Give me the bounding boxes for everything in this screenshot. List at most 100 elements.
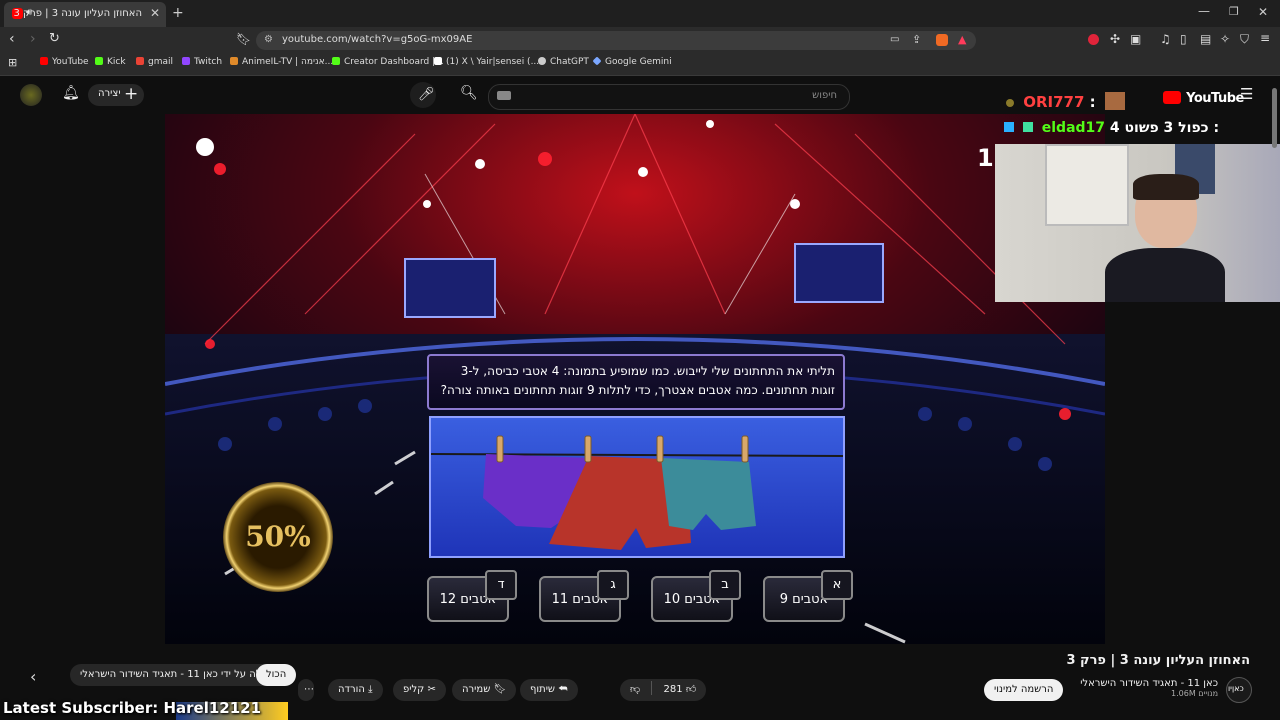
browser-menu-icon[interactable]: ≡ xyxy=(1260,31,1270,45)
forward-icon[interactable]: › xyxy=(30,31,36,47)
apps-grid-icon[interactable]: ⊞ xyxy=(8,56,17,69)
avatar[interactable] xyxy=(20,84,42,106)
video-player[interactable]: 1 50% תליתי את התחתונים שלי לייבוש. כמו … xyxy=(165,114,1105,644)
answer-d[interactable]: 12 אטבים ד xyxy=(427,570,517,622)
restore-icon[interactable]: ❐ xyxy=(1229,5,1239,18)
chat-badge-icon xyxy=(1022,122,1033,132)
chat-message-text: כפול 3 פשוט 4 : xyxy=(1109,120,1220,136)
webcam-overlay xyxy=(995,144,1280,302)
extension-puzzle-icon[interactable]: ✣ xyxy=(1110,32,1120,46)
tab-title: האחוזן העליון עונה 3 | פרק 3 xyxy=(13,8,142,19)
answer-c[interactable]: 11 אטבים ג xyxy=(539,570,629,622)
minimize-icon[interactable]: — xyxy=(1198,4,1210,18)
lifeline-50-50: 50% xyxy=(223,482,333,592)
like-icon[interactable]: 👍︎ xyxy=(686,684,696,695)
brave-shield-icon[interactable] xyxy=(936,34,948,46)
close-window-icon[interactable]: ✕ xyxy=(1258,5,1268,19)
new-tab-icon[interactable]: + xyxy=(172,5,184,21)
chip-label: הכול xyxy=(266,669,287,680)
bookmark-label: Kick xyxy=(107,57,126,67)
bookmark-gemini[interactable]: Google Gemini xyxy=(592,56,672,67)
youtube-logo[interactable]: YouTube xyxy=(1163,87,1244,106)
bookmark-x[interactable]: (1) X \ Yair|sensei (... xyxy=(434,57,539,67)
streamer xyxy=(1105,174,1225,302)
create-button[interactable]: יצירה + xyxy=(88,84,144,106)
chevron-left-icon[interactable]: ‹ xyxy=(30,667,36,686)
bookmark-youtube[interactable]: YouTube xyxy=(40,57,89,67)
clip-button[interactable]: קליפ ✂ xyxy=(393,679,446,701)
hamburger-menu-icon[interactable]: ☰ xyxy=(1240,85,1253,103)
bookmark-chatgpt[interactable]: ChatGPT xyxy=(538,57,589,67)
keyboard-icon[interactable] xyxy=(497,91,511,100)
back-icon[interactable]: ‹ xyxy=(9,31,15,47)
x-icon xyxy=(434,57,442,65)
channel-avatar[interactable]: כאןיו xyxy=(1226,677,1252,703)
chip-uploaded-by[interactable]: הועלה על ידי כאן 11 - תאגיד השידור הישרא… xyxy=(70,664,287,686)
answer-a[interactable]: 9 אטבים א xyxy=(763,570,853,622)
plus-icon: + xyxy=(124,84,139,104)
bookmark-kick[interactable]: Kick xyxy=(95,57,126,67)
notifications-bell-icon[interactable]: 🔔︎ xyxy=(62,85,80,101)
browser-tab-bar: 🔊︎ האחוזן העליון עונה 3 | פרק 3 ✕ + — ❐ … xyxy=(0,0,1280,27)
channel-info[interactable]: כאן 11 - תאגיד השידור הישראלי 1.06M מנוי… xyxy=(1080,678,1218,698)
bookmarks-bar: ⊞ YouTube Kick gmail Twitch AnimeIL-TV |… xyxy=(0,53,1280,76)
search-placeholder: חיפוש xyxy=(812,90,837,101)
bookmark-label: AnimeIL-TV | אנימה... xyxy=(242,57,334,67)
bookmark-animeil[interactable]: AnimeIL-TV | אנימה... xyxy=(230,57,333,67)
subscribe-button[interactable]: הרשמה למינוי xyxy=(984,679,1064,701)
cast-icon[interactable]: ▭ xyxy=(890,34,899,45)
search-input[interactable]: חיפוש xyxy=(488,84,850,110)
extension-screenshot-icon[interactable]: ▣ xyxy=(1130,32,1141,46)
answer-letter: ד xyxy=(485,570,517,600)
like-dislike-group[interactable]: 👎︎ 281 👍︎ xyxy=(620,679,707,701)
leo-ai-icon[interactable]: ✧ xyxy=(1220,32,1230,46)
corner-number: 1 xyxy=(977,144,994,172)
media-controls-icon[interactable]: ♫ xyxy=(1160,32,1171,46)
address-bar[interactable]: ⚙︎ youtube.com/watch?v=g5oG-mx09AE ▭ ⇪ ▲ xyxy=(256,31,976,50)
share-page-icon[interactable]: ⇪ xyxy=(912,33,921,46)
kick-icon xyxy=(95,57,103,65)
browser-tab-active[interactable]: 🔊︎ האחוזן העליון עונה 3 | פרק 3 ✕ xyxy=(4,2,166,27)
share-icon: ⮪ xyxy=(558,684,568,695)
more-icon: ⋯ xyxy=(304,684,314,695)
chat-user-badge-icon xyxy=(1006,99,1014,107)
bookmark-creator-dashboard[interactable]: Creator Dashboard |... xyxy=(332,57,444,67)
answer-letter: ב xyxy=(709,570,741,600)
voice-search-button[interactable]: 🎤︎ xyxy=(410,82,436,108)
page-scrollbar[interactable] xyxy=(1272,88,1277,148)
browser-toolbar: ‹ › ↻ 🔖︎ ⚙︎ youtube.com/watch?v=g5oG-mx0… xyxy=(0,27,1280,53)
share-button[interactable]: שיתוף ⮪ xyxy=(520,679,578,701)
more-actions-button[interactable]: ⋯ xyxy=(298,679,314,701)
bookmark-twitch[interactable]: Twitch xyxy=(182,57,222,67)
gemini-icon xyxy=(592,56,602,66)
close-tab-icon[interactable]: ✕ xyxy=(150,6,160,20)
bookmark-gmail[interactable]: gmail xyxy=(136,57,173,67)
bookmark-page-icon[interactable]: 🔖︎ xyxy=(236,32,251,46)
reload-icon[interactable]: ↻ xyxy=(49,31,60,46)
url-text: youtube.com/watch?v=g5oG-mx09AE xyxy=(282,34,473,45)
youtube-icon xyxy=(40,57,48,65)
save-button[interactable]: שמירה 🔖︎ xyxy=(452,679,517,701)
download-label: הורדה xyxy=(338,684,365,695)
download-button[interactable]: הורדה ⤓ xyxy=(328,679,383,701)
create-label: יצירה xyxy=(98,88,121,99)
bookmark-label: Twitch xyxy=(194,57,223,67)
bookmark-label: (1) X \ Yair|sensei (... xyxy=(446,57,540,67)
subscribe-label: הרשמה למינוי xyxy=(994,684,1054,695)
dislike-icon[interactable]: 👎︎ xyxy=(630,684,640,695)
answer-b[interactable]: 10 אטבים ב xyxy=(651,570,741,622)
wallet-icon[interactable]: ▤ xyxy=(1200,32,1211,46)
chip-all[interactable]: הכול xyxy=(256,664,297,686)
scissors-icon: ✂ xyxy=(427,684,436,695)
sidebar-icon[interactable]: ▯ xyxy=(1180,32,1187,46)
clip-label: קליפ xyxy=(403,684,425,695)
search-icon[interactable]: 🔍︎ xyxy=(460,85,478,101)
brave-rewards-icon[interactable]: ▲ xyxy=(958,33,966,46)
site-info-icon[interactable]: ⚙︎ xyxy=(264,34,273,45)
channel-name: כאן 11 - תאגיד השידור הישראלי xyxy=(1080,678,1218,689)
question-picture xyxy=(429,416,845,558)
bookmark-label: YouTube xyxy=(52,57,89,67)
extension-record-icon[interactable] xyxy=(1088,34,1099,45)
vpn-shield-icon[interactable]: ⛉ xyxy=(1240,32,1249,47)
bookmark-label: gmail xyxy=(148,57,173,67)
